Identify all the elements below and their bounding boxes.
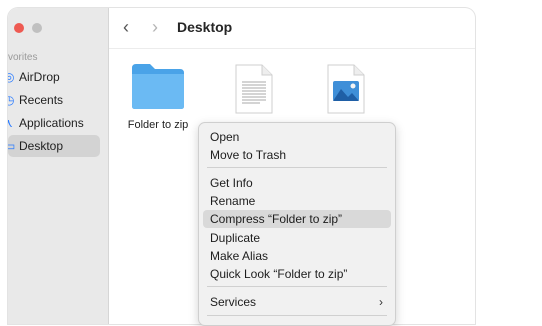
window-title: Desktop [177,19,233,35]
sidebar-item-label: Desktop [19,139,64,153]
menu-item-make-alias[interactable]: Make Alias [203,247,391,265]
minimize-button[interactable] [32,23,42,33]
file-item-document[interactable] [233,64,275,123]
context-menu: Open Move to Trash Get Info Rename Compr… [198,122,396,326]
sidebar-item-label: AirDrop [19,70,60,84]
close-button[interactable] [14,23,24,33]
window-controls [14,23,42,33]
text-document-icon [235,64,273,114]
menu-item-get-info[interactable]: Get Info [203,174,391,192]
menu-item-rename[interactable]: Rename [203,192,391,210]
sidebar-section-favorites: vorites [8,52,38,63]
menu-separator [207,315,387,316]
airdrop-icon: ◎ [8,70,15,84]
image-file-icon [327,64,365,114]
back-button[interactable]: ‹ [123,17,129,38]
forward-button[interactable]: › [152,17,158,38]
sidebar: vorites ◎ AirDrop ◷ Recents ⋏ Applicatio… [8,8,109,324]
clock-icon: ◷ [8,93,15,107]
sidebar-item-airdrop[interactable]: ◎ AirDrop [8,66,100,88]
toolbar: ‹ › Desktop [109,8,475,48]
desktop-icon: ▭ [8,139,16,153]
menu-item-compress[interactable]: Compress “Folder to zip” [203,210,391,228]
sidebar-item-desktop[interactable]: ▭ Desktop [8,135,100,157]
sidebar-item-recents[interactable]: ◷ Recents [8,89,100,111]
menu-item-quick-look[interactable]: Quick Look “Folder to zip” [203,265,391,283]
sidebar-item-label: Applications [19,116,84,130]
chevron-right-icon: › [379,295,383,309]
file-label: Folder to zip [127,119,189,131]
menu-separator [207,286,387,287]
menu-item-move-to-trash[interactable]: Move to Trash [203,146,391,164]
applications-icon: ⋏ [8,116,13,130]
menu-item-open[interactable]: Open [203,128,391,146]
file-item-image[interactable] [325,64,367,123]
sidebar-item-applications[interactable]: ⋏ Applications [8,112,100,134]
file-item-folder[interactable]: Folder to zip [118,62,198,131]
sidebar-item-label: Recents [19,93,64,107]
toolbar-divider [109,48,475,49]
menu-item-services[interactable]: Services › [203,293,391,311]
menu-separator [207,167,387,168]
folder-icon [132,64,184,109]
menu-item-duplicate[interactable]: Duplicate [203,229,391,247]
menu-item-label: Services [210,295,257,309]
